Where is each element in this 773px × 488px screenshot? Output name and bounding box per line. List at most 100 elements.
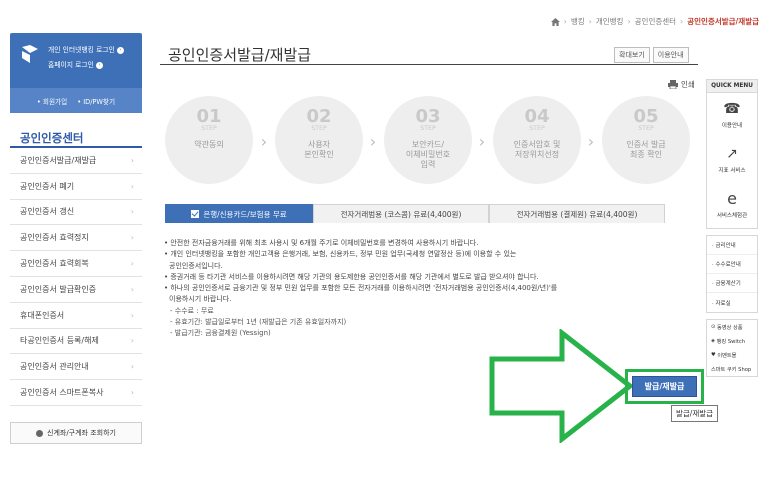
quick-link-video[interactable]: ⊙ 동영상 상품	[707, 320, 757, 334]
notice-line: 공인인증서입니다.	[169, 261, 223, 270]
chevron-right-icon: ›	[130, 155, 134, 165]
chevron-right-icon: ›	[587, 132, 595, 151]
tooltip: 발급/재발급	[671, 405, 719, 422]
quick-menu-box: ☎ 이용안내 ↗ 지표 서비스 e 서비스체험관	[706, 93, 758, 229]
sidebar-item-renew[interactable]: 공인인증서 갱신 ›	[10, 200, 142, 226]
signup-link[interactable]: • 회원가입	[37, 96, 67, 106]
chevron-right-icon: ›	[627, 17, 631, 26]
chevron-right-icon: ›	[478, 132, 486, 151]
sidebar-item-label: 공인인증서 스마트폰복사	[20, 388, 104, 398]
quick-list: · 금리안내 · 수수료안내 · 금융계산기 · 자료실	[706, 235, 758, 313]
quick-item-experience[interactable]: e 서비스체험관	[707, 183, 757, 228]
notice-line: • 하나의 공인인증서로 금융기관 및 정부 민원 업무를 포함한 모든 전자거…	[164, 284, 558, 293]
tab-label: 전자거래범용 (결제원) 유료(4,400원)	[516, 209, 638, 219]
sidebar-item-revoke[interactable]: 공인인증서 폐기 ›	[10, 174, 142, 200]
sidebar-item-suspend[interactable]: 공인인증서 효력정지 ›	[10, 225, 142, 252]
bank-logo-icon	[22, 45, 38, 63]
chevron-right-icon: ›	[260, 132, 268, 151]
notice-line: 이용하시기 바랍니다.	[169, 295, 232, 304]
quick-list-2: ⊙ 동영상 상품 ◈ 뱅킹 Switch ♥ 이벤트몰 스마트 쿠키 Shop	[706, 319, 758, 377]
sidebar-item-label: 휴대폰인증서	[20, 310, 65, 320]
step-label: STEP	[311, 125, 327, 132]
step-label: STEP	[201, 125, 217, 132]
quick-link-calculator[interactable]: · 금융계산기	[707, 274, 757, 293]
step-4: 04 STEP 인증서암호 및 저장위치선정	[493, 96, 581, 184]
step-number: 02	[306, 106, 332, 127]
homepage-login-link[interactable]: 홈페이지 로그인 ›	[48, 59, 103, 69]
quick-link-switch[interactable]: ◈ 뱅킹 Switch	[707, 334, 757, 348]
find-id-link[interactable]: • ID/PW찾기	[77, 96, 115, 106]
title-buttons: 확대보기 이용안내	[614, 47, 689, 63]
home-icon[interactable]	[550, 17, 560, 26]
print-button[interactable]: 인쇄	[668, 79, 695, 90]
sidebar-item-mobile[interactable]: 휴대폰인증서 ›	[10, 303, 142, 329]
sidebar-item-label: 공인인증서 효력회복	[20, 259, 89, 269]
account-lookup-label: 신계좌/구계좌 조회하기	[47, 429, 116, 437]
printer-icon	[668, 80, 678, 89]
sidebar-menu: 공인인증서발급/재발급 › 공인인증서 폐기 › 공인인증서 갱신 › 공인인증서 효…	[10, 146, 142, 406]
guide-button[interactable]: 이용안내	[652, 47, 689, 63]
sidebar-item-other-register[interactable]: 타공인인증서 등록/해제 ›	[10, 329, 142, 355]
quick-link-fee[interactable]: · 수수료안내	[707, 255, 757, 274]
step-number: 01	[196, 106, 222, 127]
step-2: 02 STEP 사용자 본인확인	[275, 96, 363, 184]
detail-validity: - 유효기간: 발급일로부터 1년 (재발급은 기존 유효일자까지)	[170, 318, 347, 327]
sidebar-title: 공인인증센터	[20, 131, 84, 145]
quick-item-guide[interactable]: ☎ 이용안내	[707, 93, 757, 138]
chevron-right-icon: ›	[369, 132, 377, 151]
chevron-right-icon: ›	[130, 310, 134, 320]
step-name: 사용자 본인확인	[304, 140, 334, 159]
login-line1-label: 개인 인터넷뱅킹 로그인	[48, 46, 115, 54]
step-number: 04	[524, 106, 550, 127]
signup-label: 회원가입	[42, 97, 68, 106]
step-number: 03	[415, 106, 441, 127]
title-divider	[160, 64, 698, 65]
quick-link-archive[interactable]: · 자료실	[707, 293, 757, 312]
breadcrumb-item[interactable]: 뱅킹	[571, 16, 585, 27]
arrow-circle-icon	[36, 429, 43, 437]
tab-bank-free[interactable]: 은행/신용카드/보험용 무료	[165, 204, 313, 223]
page-title: 공인인증서발급/재발급	[168, 46, 312, 64]
print-label: 인쇄	[681, 80, 695, 89]
account-lookup-button[interactable]: 신계좌/구계좌 조회하기	[10, 422, 142, 444]
sidebar-item-manage-guide[interactable]: 공인인증서 관리안내 ›	[10, 354, 142, 381]
quick-link-shop[interactable]: 스마트 쿠키 Shop	[707, 362, 757, 376]
quick-link-rate[interactable]: · 금리안내	[707, 236, 757, 255]
quick-link-label: 뱅킹 Switch	[716, 338, 745, 345]
personal-banking-login-link[interactable]: 개인 인터넷뱅킹 로그인 ›	[48, 44, 124, 54]
chevron-right-icon: ›	[130, 284, 134, 294]
sidebar-item-issue[interactable]: 공인인증서발급/재발급 ›	[10, 148, 142, 174]
chevron-right-icon: ›	[130, 388, 134, 398]
chart-icon: ↗	[726, 146, 738, 162]
tab-kftc-paid[interactable]: 전자거래범용 (결제원) 유료(4,400원)	[489, 204, 665, 223]
login-box: 개인 인터넷뱅킹 로그인 › 홈페이지 로그인 › • 회원가입 • ID/PW찾기	[10, 33, 142, 113]
sidebar-item-label: 공인인증서 갱신	[20, 207, 75, 217]
quick-item-label: 서비스체험관	[716, 213, 748, 219]
step-name: 약관동의	[194, 140, 224, 149]
quick-item-label: 지표 서비스	[718, 168, 746, 174]
sidebar-item-restore[interactable]: 공인인증서 효력회복 ›	[10, 251, 142, 277]
arrow-circle-icon: ›	[95, 61, 103, 69]
tab-koscom-paid[interactable]: 전자거래범용 (코스콤) 유료(4,400원)	[313, 204, 489, 223]
chevron-right-icon: ›	[130, 336, 134, 346]
breadcrumb-item[interactable]: 개인뱅킹	[596, 16, 624, 27]
notice-line: • 안전한 전자금융거래를 위해 최초 사용시 및 6개월 주기로 이체비밀번호…	[164, 239, 479, 247]
zoom-button[interactable]: 확대보기	[614, 47, 650, 63]
sidebar-item-label: 공인인증서 발급확인증	[20, 284, 97, 294]
chevron-right-icon: ›	[130, 233, 134, 243]
checkbox-checked-icon	[191, 210, 200, 218]
notice-text: • 안전한 전자금융거래를 위해 최초 사용시 및 6개월 주기로 이체비밀번호…	[164, 238, 684, 340]
sidebar-item-confirmation[interactable]: 공인인증서 발급확인증 ›	[10, 277, 142, 303]
quick-link-label: 이벤트몰	[717, 352, 737, 359]
quick-link-event[interactable]: ♥ 이벤트몰	[707, 348, 757, 362]
breadcrumb-current: 공인인증서발급/재발급	[687, 17, 759, 26]
sidebar-item-smartphone-copy[interactable]: 공인인증서 스마트폰복사 ›	[10, 380, 142, 406]
breadcrumb-item[interactable]: 공인인증센터	[635, 16, 676, 27]
quick-item-index[interactable]: ↗ 지표 서비스	[707, 138, 757, 183]
annotation-arrow-icon	[489, 329, 635, 443]
issue-reissue-button[interactable]: 발급/재발급	[632, 376, 697, 397]
step-1: 01 STEP 약관동의	[165, 96, 253, 184]
step-name: 보안카드/ 이체비밀번호 입력	[405, 140, 451, 169]
tab-label: 은행/신용카드/보험용 무료	[203, 209, 287, 219]
find-id-label: ID/PW찾기	[83, 97, 116, 106]
